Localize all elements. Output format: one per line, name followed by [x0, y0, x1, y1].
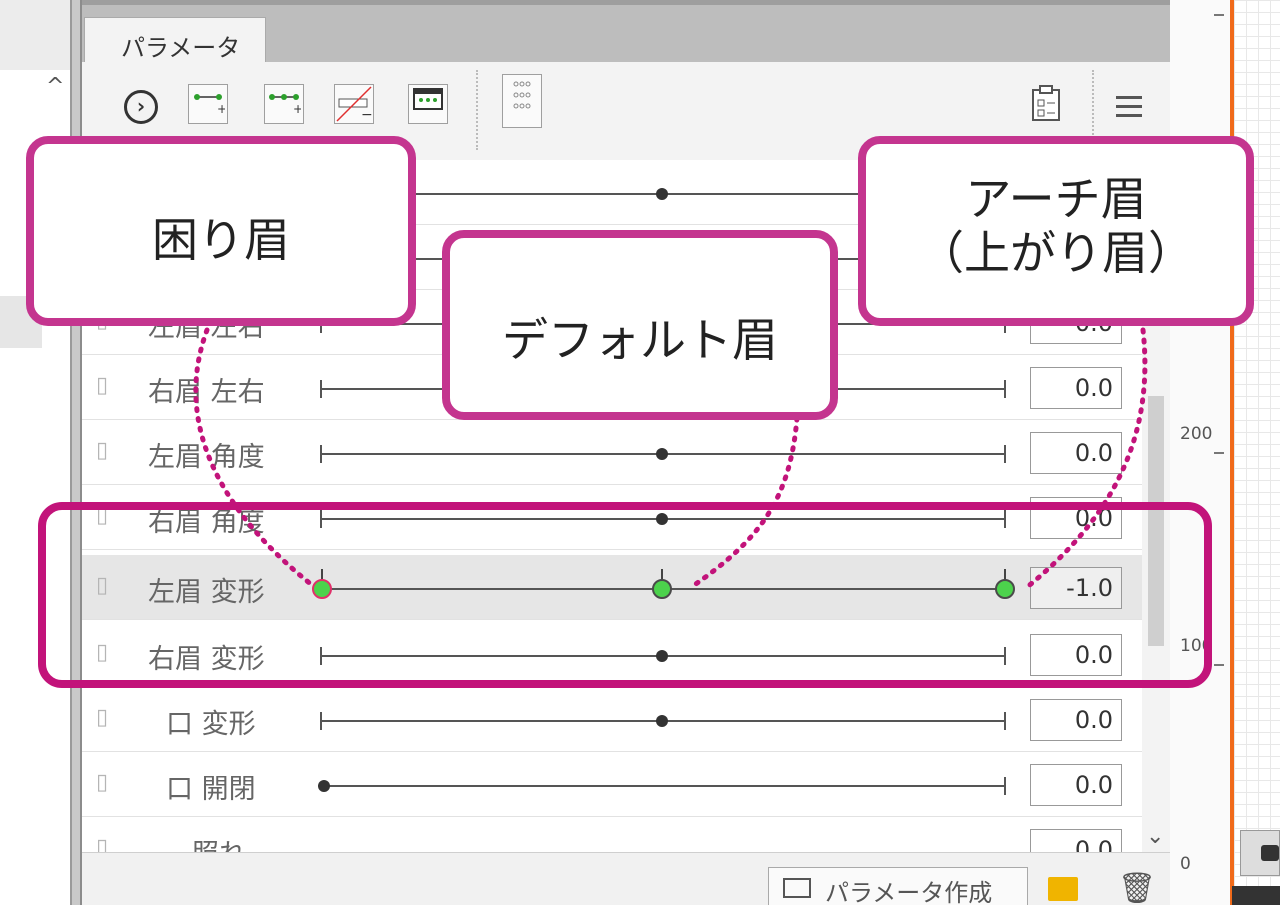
- grid-view-icon: [513, 81, 531, 109]
- clipboard-button[interactable]: [1026, 84, 1066, 124]
- lock-icon[interactable]: ▯: [96, 835, 108, 852]
- track-max-tick: [1004, 380, 1006, 398]
- add-two-keys-icon: +: [194, 94, 227, 116]
- parameter-row[interactable]: ▯ 左眉 角度 0.0: [82, 420, 1142, 485]
- parameter-name: 照れ: [192, 832, 246, 852]
- clipboard-icon: [1032, 85, 1060, 121]
- parameter-track: [320, 785, 1006, 787]
- parameter-handle[interactable]: [656, 188, 668, 200]
- track-max-tick: [1004, 777, 1006, 795]
- create-parameter-button[interactable]: パラメータ作成: [768, 867, 1028, 905]
- track-max-tick: [1004, 712, 1006, 730]
- tab-bar: パラメータ: [82, 0, 1170, 67]
- keyform-button[interactable]: [408, 84, 448, 124]
- track-max-tick: [1004, 445, 1006, 463]
- parameter-name: 口 変形: [166, 709, 256, 740]
- parameter-value-field[interactable]: 0.0: [1030, 432, 1122, 474]
- add-three-keys-icon: +: [269, 94, 303, 116]
- svg-text:−: −: [361, 107, 373, 123]
- callout-default-brow: デフォルト眉: [442, 230, 838, 420]
- callout-label: （上がり眉）: [918, 226, 1194, 280]
- parameter-name: 右眉 左右: [148, 377, 265, 408]
- callout-label: アーチ眉: [965, 172, 1147, 226]
- svg-text:+: +: [293, 102, 301, 115]
- callout-troubled-brow: 困り眉: [26, 136, 416, 326]
- parameter-bottom-bar: パラメータ作成 🗑: [82, 852, 1170, 905]
- parameter-value-field[interactable]: 0.0: [1030, 699, 1122, 741]
- scroll-up-icon[interactable]: ^: [46, 74, 64, 99]
- ruler-label: 200: [1180, 424, 1213, 444]
- svg-text:+: +: [217, 102, 225, 115]
- ruler-tick: [1214, 664, 1224, 666]
- callout-label: 困り眉: [152, 213, 290, 267]
- parameter-handle[interactable]: [318, 780, 330, 792]
- menu-icon[interactable]: [1116, 96, 1142, 123]
- camera-icon: [1261, 845, 1279, 861]
- add-three-keys-button[interactable]: +: [264, 84, 304, 124]
- lock-icon[interactable]: ▯: [96, 770, 108, 795]
- keyform-icon: [413, 88, 443, 110]
- parameter-name: 左眉 角度: [148, 442, 265, 473]
- callout-arch-brow: アーチ眉 （上がり眉）: [858, 136, 1254, 326]
- next-button[interactable]: ›: [124, 90, 158, 124]
- lock-icon[interactable]: ▯: [96, 373, 108, 398]
- folder-icon[interactable]: [1048, 877, 1078, 901]
- create-parameter-label: パラメータ作成: [825, 879, 993, 905]
- parameter-create-icon: [783, 878, 811, 898]
- parameter-row[interactable]: ▯ 口 開閉 0.0: [82, 752, 1142, 817]
- lock-icon[interactable]: ▯: [96, 438, 108, 463]
- parameter-row[interactable]: ▯ 照れ 0.0: [82, 817, 1142, 852]
- delete-keys-button[interactable]: −: [334, 84, 374, 124]
- ruler-tick: [1214, 14, 1224, 16]
- trash-icon[interactable]: 🗑: [1118, 871, 1156, 905]
- parameter-value-field[interactable]: 0.0: [1030, 829, 1122, 852]
- parameter-value-field[interactable]: 0.0: [1030, 764, 1122, 806]
- parameter-handle[interactable]: [656, 448, 668, 460]
- tab-parameters[interactable]: パラメータ: [84, 17, 266, 67]
- parameter-row[interactable]: ▯ 口 変形 0.0: [82, 687, 1142, 752]
- canvas-area[interactable]: [1234, 0, 1280, 905]
- parameter-value-field[interactable]: 0.0: [1030, 367, 1122, 409]
- toolbar-separator: [476, 70, 478, 150]
- ruler-tick: [1214, 452, 1224, 454]
- view-toggle-button[interactable]: [1232, 886, 1280, 905]
- parameter-name: 口 開閉: [166, 774, 256, 805]
- callout-label: デフォルト眉: [502, 313, 778, 367]
- parameter-handle[interactable]: [656, 715, 668, 727]
- delete-keys-icon: −: [336, 86, 373, 123]
- grid-view-button[interactable]: [502, 74, 542, 128]
- scroll-down-icon[interactable]: ⌄: [1146, 824, 1164, 849]
- camera-button[interactable]: [1240, 830, 1280, 876]
- lock-icon[interactable]: ▯: [96, 705, 108, 730]
- ruler-label: 0: [1180, 854, 1191, 874]
- highlight-frame: [38, 502, 1212, 688]
- add-two-keys-button[interactable]: +: [188, 84, 228, 124]
